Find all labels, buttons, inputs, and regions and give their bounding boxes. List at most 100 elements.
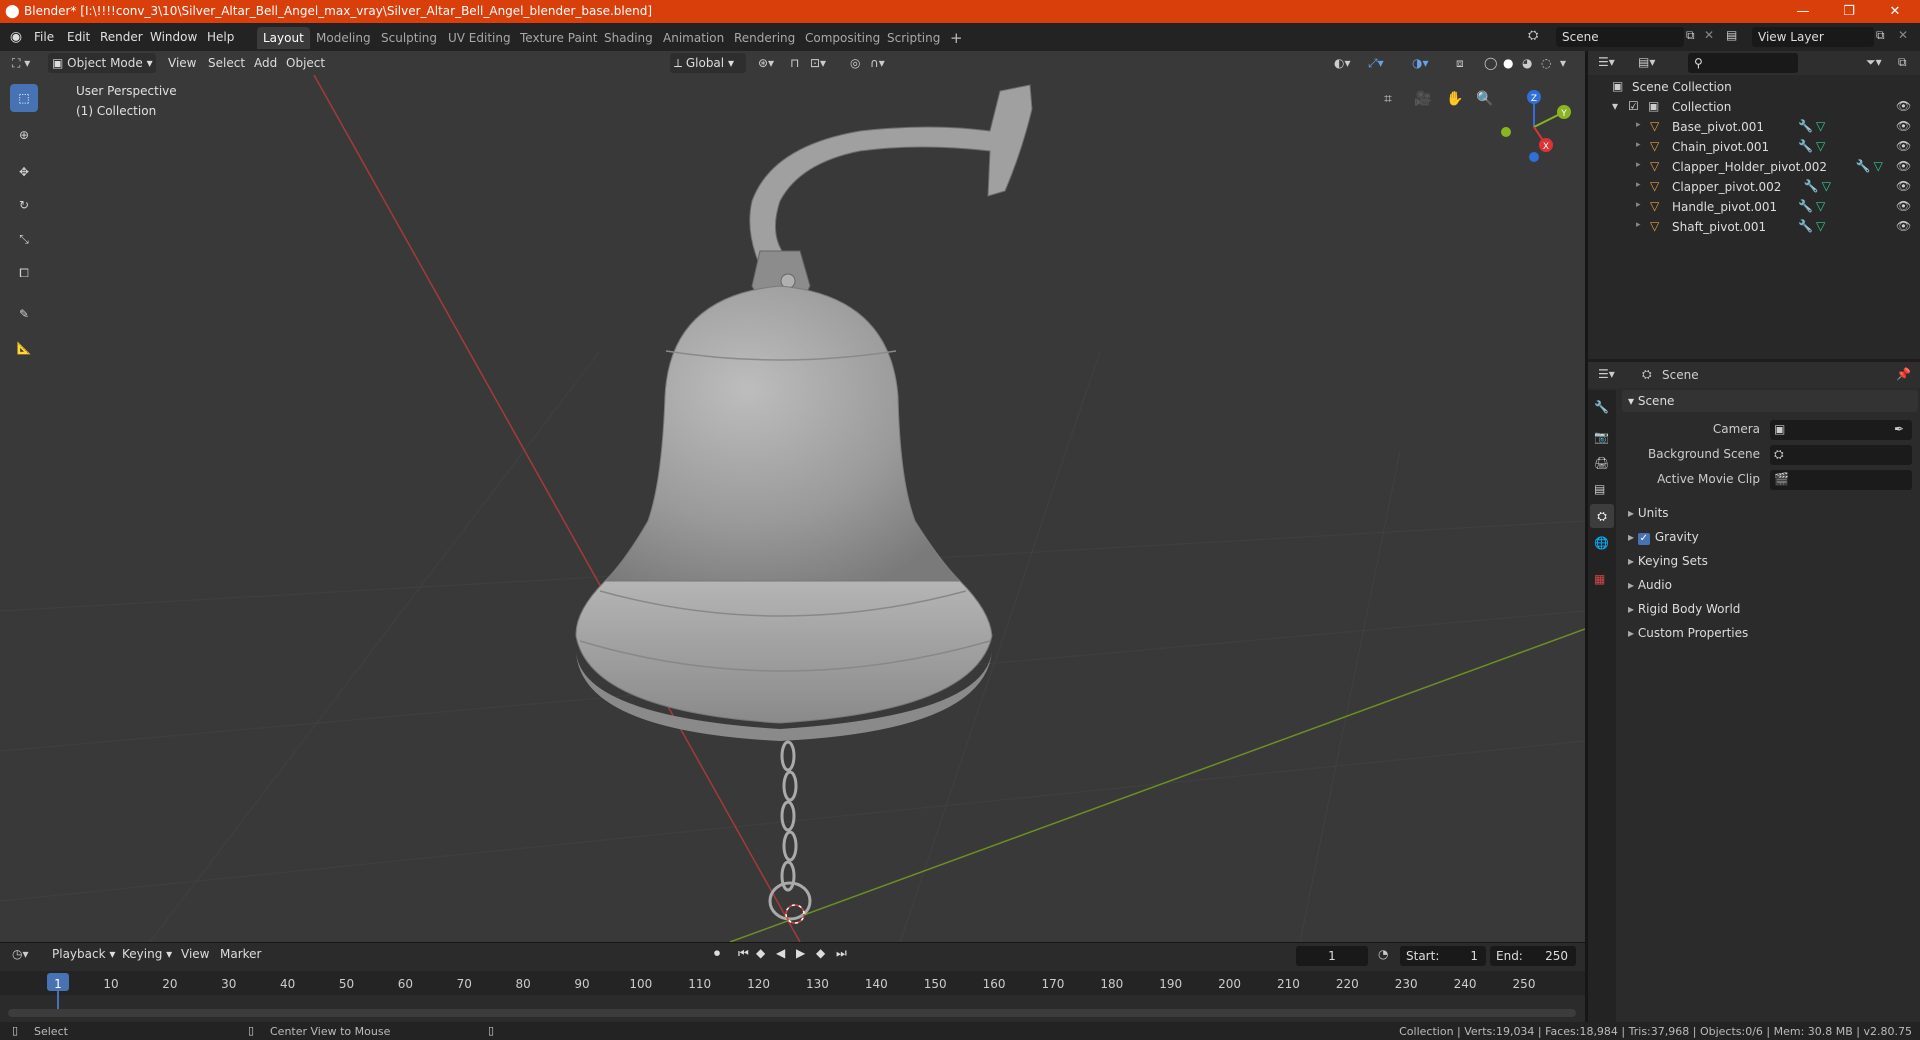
display-mode-icon[interactable]: ▤▾	[1638, 55, 1655, 69]
scene-panel-header[interactable]: ▾ Scene	[1622, 390, 1918, 412]
start-frame-field[interactable]: Start: 1	[1400, 946, 1486, 966]
scene-tab-icon[interactable]: ⛭	[1590, 504, 1614, 528]
output-tab-icon[interactable]: 🖨	[1594, 456, 1609, 470]
eye-icon[interactable]: 👁	[1896, 219, 1911, 233]
jump-end-icon[interactable]: ⏭	[836, 946, 847, 961]
snap-target-icon[interactable]: ⊡▾	[810, 53, 826, 73]
measure-tool[interactable]: 📐	[10, 334, 38, 362]
mesh-data-icon[interactable]: ▽	[1874, 159, 1883, 173]
preview-range-icon[interactable]: ◔	[1378, 947, 1388, 961]
scene-selector-icon[interactable]: ⛭	[1528, 28, 1538, 43]
subsection-custom-properties[interactable]: ▸ Custom Properties	[1622, 622, 1918, 644]
expand-arrow-icon[interactable]: ▸	[1636, 200, 1641, 210]
view-layer-field[interactable]: View Layer	[1752, 27, 1874, 47]
minimize-button[interactable]: —	[1780, 0, 1826, 23]
mesh-data-icon[interactable]: ▽	[1822, 179, 1831, 193]
view-layer-icon[interactable]: ▤	[1726, 28, 1737, 42]
tab-animation[interactable]: Animation	[657, 27, 730, 49]
expand-icon[interactable]: ▾	[1612, 99, 1618, 113]
cursor-tool[interactable]: ⊕	[10, 121, 38, 149]
tab-compositing[interactable]: Compositing	[799, 27, 886, 49]
expand-arrow-icon[interactable]: ▸	[1636, 220, 1641, 230]
camera-field[interactable]: ▣ ✒	[1770, 420, 1912, 440]
pan-view-icon[interactable]: ✋	[1446, 91, 1463, 107]
mesh-data-icon[interactable]: ▽	[1816, 119, 1825, 133]
prev-keyframe-icon[interactable]: ◆	[756, 946, 765, 960]
tab-scripting[interactable]: Scripting	[881, 27, 946, 49]
select-box-tool[interactable]: ⬚	[10, 84, 38, 112]
play-icon[interactable]: ▶	[796, 946, 805, 960]
falloff-icon[interactable]: ∩▾	[870, 53, 885, 73]
properties-editor-icon[interactable]: ☰▾	[1598, 367, 1615, 381]
pin-icon[interactable]: 📌	[1896, 367, 1911, 381]
wireframe-shading-icon[interactable]: ◯	[1484, 53, 1497, 73]
pivot-point-icon[interactable]: ⊛▾	[758, 53, 774, 73]
modifier-icon[interactable]: 🔧	[1856, 159, 1871, 173]
view-layer-tab-icon[interactable]: ▤	[1594, 482, 1605, 496]
scene-name-field[interactable]: Scene	[1556, 27, 1684, 47]
3d-viewport[interactable]: ⛶ ▾ ▣ Object Mode ▾ View Select Add Obje…	[0, 51, 1585, 942]
timeline-scrollbar[interactable]	[8, 1009, 1576, 1017]
outliner-object-row[interactable]: ▸ ▽ Shaft_pivot.001 🔧 ▽ 👁	[1588, 217, 1920, 237]
tool-tab-icon[interactable]: 🔧	[1594, 400, 1609, 414]
scale-tool[interactable]: ⤡	[10, 225, 38, 253]
rotate-tool[interactable]: ↻	[10, 191, 38, 219]
menu-render[interactable]: Render	[100, 28, 143, 46]
modifier-icon[interactable]: 🔧	[1798, 219, 1813, 233]
menu-marker[interactable]: Marker	[220, 947, 261, 961]
subsection-units[interactable]: ▸ Units	[1622, 502, 1918, 524]
close-button[interactable]: ✕	[1872, 0, 1918, 23]
xray-icon[interactable]: ⧈	[1456, 53, 1464, 73]
outliner-object-row[interactable]: ▸ ▽ Clapper_pivot.002 🔧 ▽ 👁	[1588, 177, 1920, 197]
new-scene-icon[interactable]: ⧉	[1686, 28, 1695, 43]
delete-scene-icon[interactable]: ✕	[1704, 28, 1714, 42]
expand-arrow-icon[interactable]: ▸	[1636, 120, 1641, 130]
menu-edit[interactable]: Edit	[67, 28, 90, 46]
collection-checkbox-icon[interactable]: ☑	[1628, 99, 1639, 113]
menu-view[interactable]: View	[168, 53, 196, 73]
modifier-icon[interactable]: 🔧	[1804, 179, 1819, 193]
subsection-keying-sets[interactable]: ▸ Keying Sets	[1622, 550, 1918, 572]
new-collection-icon[interactable]: ⧉	[1898, 55, 1907, 70]
menu-file[interactable]: File	[34, 28, 54, 46]
subsection-rigid-body-world[interactable]: ▸ Rigid Body World	[1622, 598, 1918, 620]
active-movie-clip-field[interactable]: 🎬	[1770, 470, 1912, 490]
world-tab-icon[interactable]: 🌐	[1594, 536, 1609, 550]
maximize-button[interactable]: ❐	[1826, 0, 1872, 23]
editor-type-icon[interactable]: ⛶ ▾	[12, 53, 30, 73]
expand-arrow-icon[interactable]: ▸	[1636, 180, 1641, 190]
outliner-collection[interactable]: ▾ ☑ ▣ Collection 👁	[1588, 97, 1920, 117]
eye-icon[interactable]: 👁	[1896, 99, 1911, 113]
menu-select[interactable]: Select	[208, 53, 245, 73]
subsection-audio[interactable]: ▸ Audio	[1622, 574, 1918, 596]
outliner-scene-collection[interactable]: ▣ Scene Collection	[1588, 77, 1920, 97]
texture-tab-icon[interactable]: ▦	[1594, 572, 1605, 586]
timeline-menu-view[interactable]: View	[181, 947, 209, 961]
eye-icon[interactable]: 👁	[1896, 199, 1911, 213]
modifier-icon[interactable]: 🔧	[1798, 199, 1813, 213]
snap-icon[interactable]: ⊓	[790, 53, 799, 73]
current-frame-field[interactable]: 1	[1296, 946, 1368, 966]
expand-arrow-icon[interactable]: ▸	[1636, 160, 1641, 170]
outliner-object-row[interactable]: ▸ ▽ Base_pivot.001 🔧 ▽ 👁	[1588, 117, 1920, 137]
overlay-toggle-icon[interactable]: ◑▾	[1412, 53, 1429, 73]
outliner-object-row[interactable]: ▸ ▽ Clapper_Holder_pivot.002 🔧 ▽ 👁	[1588, 157, 1920, 177]
eye-icon[interactable]: 👁	[1896, 119, 1911, 133]
tab-modeling[interactable]: Modeling	[310, 27, 377, 49]
mesh-data-icon[interactable]: ▽	[1816, 199, 1825, 213]
subsection-gravity[interactable]: ▸ ✓ Gravity	[1622, 526, 1918, 548]
outliner-search-input[interactable]: ⚲	[1688, 53, 1798, 73]
record-icon[interactable]: ⏺	[714, 946, 720, 961]
move-tool[interactable]: ✥	[10, 158, 38, 186]
new-view-layer-icon[interactable]: ⧉	[1876, 28, 1885, 43]
timeline-editor-icon[interactable]: ◷▾	[12, 947, 29, 961]
add-workspace-icon[interactable]: +	[944, 27, 969, 49]
menu-help[interactable]: Help	[207, 28, 234, 46]
render-tab-icon[interactable]: 📷	[1594, 430, 1609, 444]
object-mode-dropdown[interactable]: ▣ Object Mode ▾	[48, 53, 156, 73]
modifier-icon[interactable]: 🔧	[1798, 119, 1813, 133]
zoom-view-icon[interactable]: 🔍	[1476, 91, 1493, 107]
tab-uv-editing[interactable]: UV Editing	[442, 27, 517, 49]
eye-icon[interactable]: 👁	[1896, 179, 1911, 193]
camera-view-icon[interactable]: 🎥	[1414, 91, 1431, 107]
